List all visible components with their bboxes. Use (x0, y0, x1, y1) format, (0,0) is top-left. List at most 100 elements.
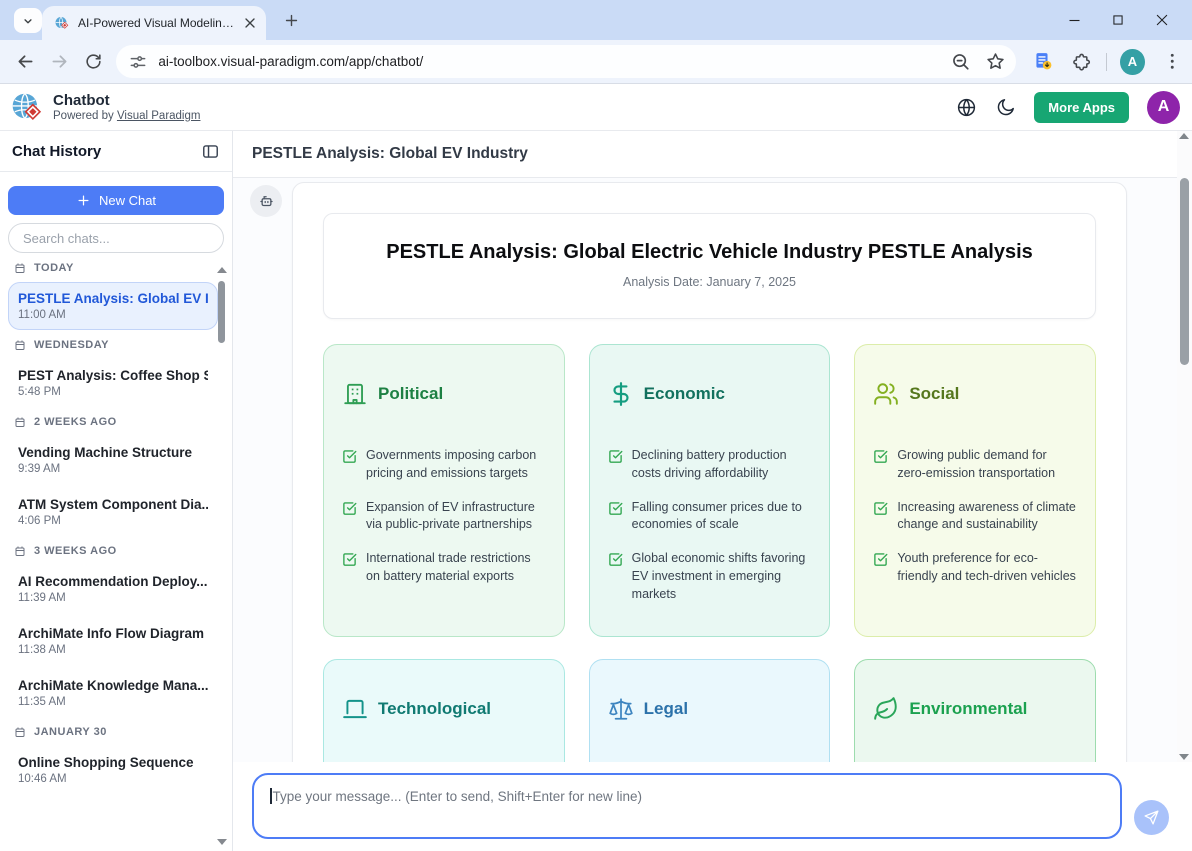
chat-list-item[interactable]: ATM System Component Dia... 4:06 PM (8, 488, 218, 536)
check-item-text: Growing public demand for zero-emission … (897, 447, 1077, 483)
forward-button[interactable] (46, 48, 72, 76)
check-item: Falling consumer prices due to economies… (608, 499, 812, 535)
tab-search-button[interactable] (14, 8, 42, 33)
new-chat-label: New Chat (99, 193, 156, 208)
search-chats-input[interactable] (8, 223, 224, 253)
text-caret (270, 788, 272, 804)
back-button[interactable] (12, 48, 38, 76)
app-title: Chatbot (53, 92, 200, 109)
chat-item-time: 11:38 AM (18, 644, 208, 656)
building-icon (342, 381, 368, 407)
sidebar-scrollbar[interactable] (217, 265, 227, 847)
extensions-puzzle-icon[interactable] (1071, 51, 1092, 73)
sidebar-scroll-thumb[interactable] (218, 281, 225, 343)
check-list: Declining battery production costs drivi… (608, 447, 812, 603)
chat-list-item[interactable]: PESTLE Analysis: Global EV In... 11:00 A… (8, 282, 218, 330)
category-name: Legal (644, 699, 688, 719)
chat-item-time: 11:39 AM (18, 592, 208, 604)
category-name: Environmental (909, 699, 1027, 719)
checkbox-check-icon (608, 501, 623, 516)
visual-paradigm-link[interactable]: Visual Paradigm (117, 110, 201, 122)
chat-items: Vending Machine Structure 9:39 AM ATM Sy… (0, 436, 232, 536)
main-scroll-thumb[interactable] (1180, 178, 1189, 365)
checkbox-check-icon (873, 552, 888, 567)
check-item-text: Expansion of EV infrastructure via publi… (366, 499, 546, 535)
tab-close-icon[interactable] (242, 15, 258, 31)
sidebar-title: Chat History (12, 143, 201, 160)
main-scrollbar[interactable] (1177, 131, 1192, 762)
check-item: Growing public demand for zero-emission … (873, 447, 1077, 483)
analysis-date: Analysis Date: January 7, 2025 (344, 275, 1075, 289)
check-item: Governments imposing carbon pricing and … (342, 447, 546, 483)
user-avatar[interactable]: A (1147, 91, 1180, 124)
chat-list-item[interactable]: ArchiMate Info Flow Diagram 11:38 AM (8, 617, 218, 665)
leaf-icon (873, 696, 899, 722)
composer-bar: Type your message... (Enter to send, Shi… (233, 762, 1192, 851)
chat-group-label: 2 WEEKS AGO (14, 416, 218, 428)
send-button[interactable] (1134, 800, 1169, 835)
new-chat-button[interactable]: New Chat (8, 186, 224, 215)
maximize-button[interactable] (1096, 0, 1140, 40)
check-item-text: Governments imposing carbon pricing and … (366, 447, 546, 483)
language-globe-icon[interactable] (956, 97, 977, 118)
chat-list-item[interactable]: ArchiMate Knowledge Mana... 11:35 AM (8, 669, 218, 717)
pestle-category-card: Political Governments imposing carbon pr… (323, 344, 565, 637)
reading-list-icon[interactable] (1033, 51, 1054, 73)
scroll-up-arrow[interactable] (1179, 133, 1189, 139)
scroll-down-arrow[interactable] (1179, 754, 1189, 760)
reload-button[interactable] (80, 48, 106, 76)
bookmark-star-icon[interactable] (985, 51, 1006, 72)
site-info-icon[interactable] (128, 52, 148, 72)
browser-menu-kebab-icon[interactable] (1162, 51, 1183, 73)
chat-item-title: ArchiMate Knowledge Mana... (18, 678, 208, 693)
close-window-button[interactable] (1140, 0, 1184, 40)
chat-history-sidebar: Chat History New Chat TODAY PESTLE Analy… (0, 131, 233, 851)
chat-item-time: 9:39 AM (18, 463, 208, 475)
chat-item-title: PESTLE Analysis: Global EV In... (18, 291, 208, 306)
tab-title: AI-Powered Visual Modeling Ch (78, 16, 234, 30)
dark-mode-moon-icon[interactable] (995, 97, 1016, 118)
category-name: Social (909, 384, 959, 404)
chat-item-time: 11:35 AM (18, 696, 208, 708)
message-input[interactable]: Type your message... (Enter to send, Shi… (252, 773, 1122, 839)
chat-group-label: JANUARY 30 (14, 726, 218, 738)
chat-group: TODAY PESTLE Analysis: Global EV In... 1… (0, 262, 232, 330)
collapse-sidebar-icon[interactable] (201, 142, 220, 161)
browser-profile-avatar[interactable]: A (1120, 49, 1144, 75)
analysis-title-card: PESTLE Analysis: Global Electric Vehicle… (323, 213, 1096, 319)
toolbar-divider (1106, 53, 1107, 71)
calendar-icon (14, 262, 26, 274)
chat-list-item[interactable]: Vending Machine Structure 9:39 AM (8, 436, 218, 484)
chevron-down-icon (21, 14, 35, 28)
check-item-text: Global economic shifts favoring EV inves… (632, 550, 812, 603)
chat-group: 2 WEEKS AGO Vending Machine Structure 9:… (0, 416, 232, 536)
powered-by: Powered by Visual Paradigm (53, 110, 200, 122)
chat-group: WEDNESDAY PEST Analysis: Coffee Shop S..… (0, 339, 232, 407)
robot-icon (257, 192, 276, 211)
check-item-text: Falling consumer prices due to economies… (632, 499, 812, 535)
more-apps-button[interactable]: More Apps (1034, 92, 1129, 123)
url-text[interactable]: ai-toolbox.visual-paradigm.com/app/chatb… (158, 54, 936, 69)
category-name: Economic (644, 384, 725, 404)
chat-list-item[interactable]: AI Recommendation Deploy... 11:39 AM (8, 565, 218, 613)
chat-item-time: 11:00 AM (18, 309, 208, 321)
chat-item-title: ATM System Component Dia... (18, 497, 208, 512)
check-item: Expansion of EV infrastructure via publi… (342, 499, 546, 535)
powered-by-prefix: Powered by (53, 110, 117, 122)
chat-list-item[interactable]: PEST Analysis: Coffee Shop S... 5:48 PM (8, 359, 218, 407)
bot-avatar (250, 185, 282, 217)
laptop-icon (342, 696, 368, 722)
scroll-up-arrow[interactable] (217, 267, 227, 273)
users-icon (873, 381, 899, 407)
minimize-button[interactable] (1052, 0, 1096, 40)
zoom-out-icon[interactable] (950, 51, 971, 72)
url-bar[interactable]: ai-toolbox.visual-paradigm.com/app/chatb… (116, 45, 1016, 78)
chat-item-title: ArchiMate Info Flow Diagram (18, 626, 208, 641)
new-tab-button[interactable] (283, 12, 300, 29)
chat-item-time: 5:48 PM (18, 386, 208, 398)
chat-main-panel: PESTLE Analysis: Global EV Industry PEST… (233, 131, 1192, 851)
chat-list-item[interactable]: Online Shopping Sequence 10:46 AM (8, 746, 218, 794)
browser-tab[interactable]: AI-Powered Visual Modeling Ch (42, 6, 266, 40)
conversation-title: PESTLE Analysis: Global EV Industry (252, 145, 528, 163)
scroll-down-arrow[interactable] (217, 839, 227, 845)
